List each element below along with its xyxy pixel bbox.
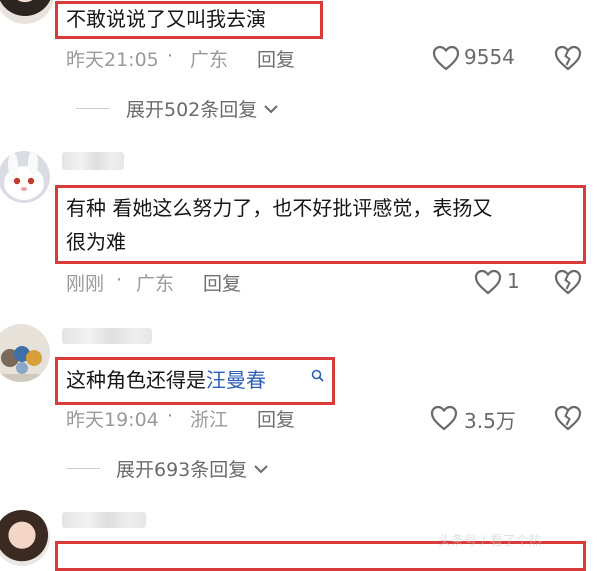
chevron-down-icon bbox=[264, 104, 278, 113]
expand-replies-label: 展开693条回复 bbox=[116, 459, 248, 481]
watermark: 头条号 / 看了个热 bbox=[438, 534, 542, 549]
reply-button[interactable]: 回复 bbox=[257, 405, 295, 432]
reply-button[interactable]: 回复 bbox=[203, 269, 241, 296]
comment-location: 浙江 bbox=[190, 409, 229, 431]
comment-location: 广东 bbox=[136, 273, 175, 295]
broken-heart-icon[interactable] bbox=[554, 405, 582, 431]
broken-heart-icon[interactable] bbox=[554, 269, 582, 295]
broken-heart-icon[interactable] bbox=[554, 45, 582, 71]
username-blurred[interactable] bbox=[62, 152, 124, 170]
avatar[interactable] bbox=[0, 0, 54, 24]
avatar[interactable] bbox=[0, 151, 50, 203]
chevron-down-icon bbox=[254, 464, 268, 473]
comment-text-line-1: 有种 看她这么努力了，也不好批评感觉，表扬又 bbox=[66, 196, 493, 220]
meta-separator: · bbox=[116, 269, 123, 291]
comment-text-line-2: 很为难 bbox=[66, 230, 126, 254]
comment-time: 昨天19:04 bbox=[66, 409, 159, 431]
avatar[interactable] bbox=[0, 510, 50, 566]
username-blurred[interactable] bbox=[62, 328, 152, 344]
search-link[interactable]: 汪曼春 bbox=[206, 368, 266, 392]
heart-outline-icon[interactable] bbox=[430, 405, 458, 431]
like-count: 9554 bbox=[464, 45, 515, 69]
expand-replies-button[interactable]: 展开502条回复 bbox=[76, 95, 279, 122]
comment-text: 不敢说说了又叫我去演 bbox=[66, 7, 266, 31]
username-blurred[interactable] bbox=[62, 512, 146, 528]
comment-text: 这种角色还得是汪曼春 bbox=[66, 364, 266, 396]
comment-time: 刚刚 bbox=[66, 273, 105, 295]
like-count: 3.5万 bbox=[464, 409, 516, 433]
like-count: 1 bbox=[507, 269, 520, 293]
divider bbox=[76, 108, 110, 109]
heart-outline-icon[interactable] bbox=[432, 45, 460, 71]
expand-replies-button[interactable]: 展开693条回复 bbox=[66, 455, 269, 482]
meta-separator: · bbox=[167, 45, 174, 67]
avatar[interactable] bbox=[0, 324, 50, 382]
divider bbox=[66, 468, 100, 469]
comment-text-prefix: 这种角色还得是 bbox=[66, 368, 206, 392]
meta-separator: · bbox=[167, 405, 174, 427]
comment-location: 广东 bbox=[190, 49, 229, 71]
search-icon[interactable] bbox=[311, 369, 324, 382]
reply-button[interactable]: 回复 bbox=[257, 45, 295, 72]
comment-time: 昨天21:05 bbox=[66, 49, 159, 71]
expand-replies-label: 展开502条回复 bbox=[126, 99, 258, 121]
heart-outline-icon[interactable] bbox=[474, 269, 502, 295]
